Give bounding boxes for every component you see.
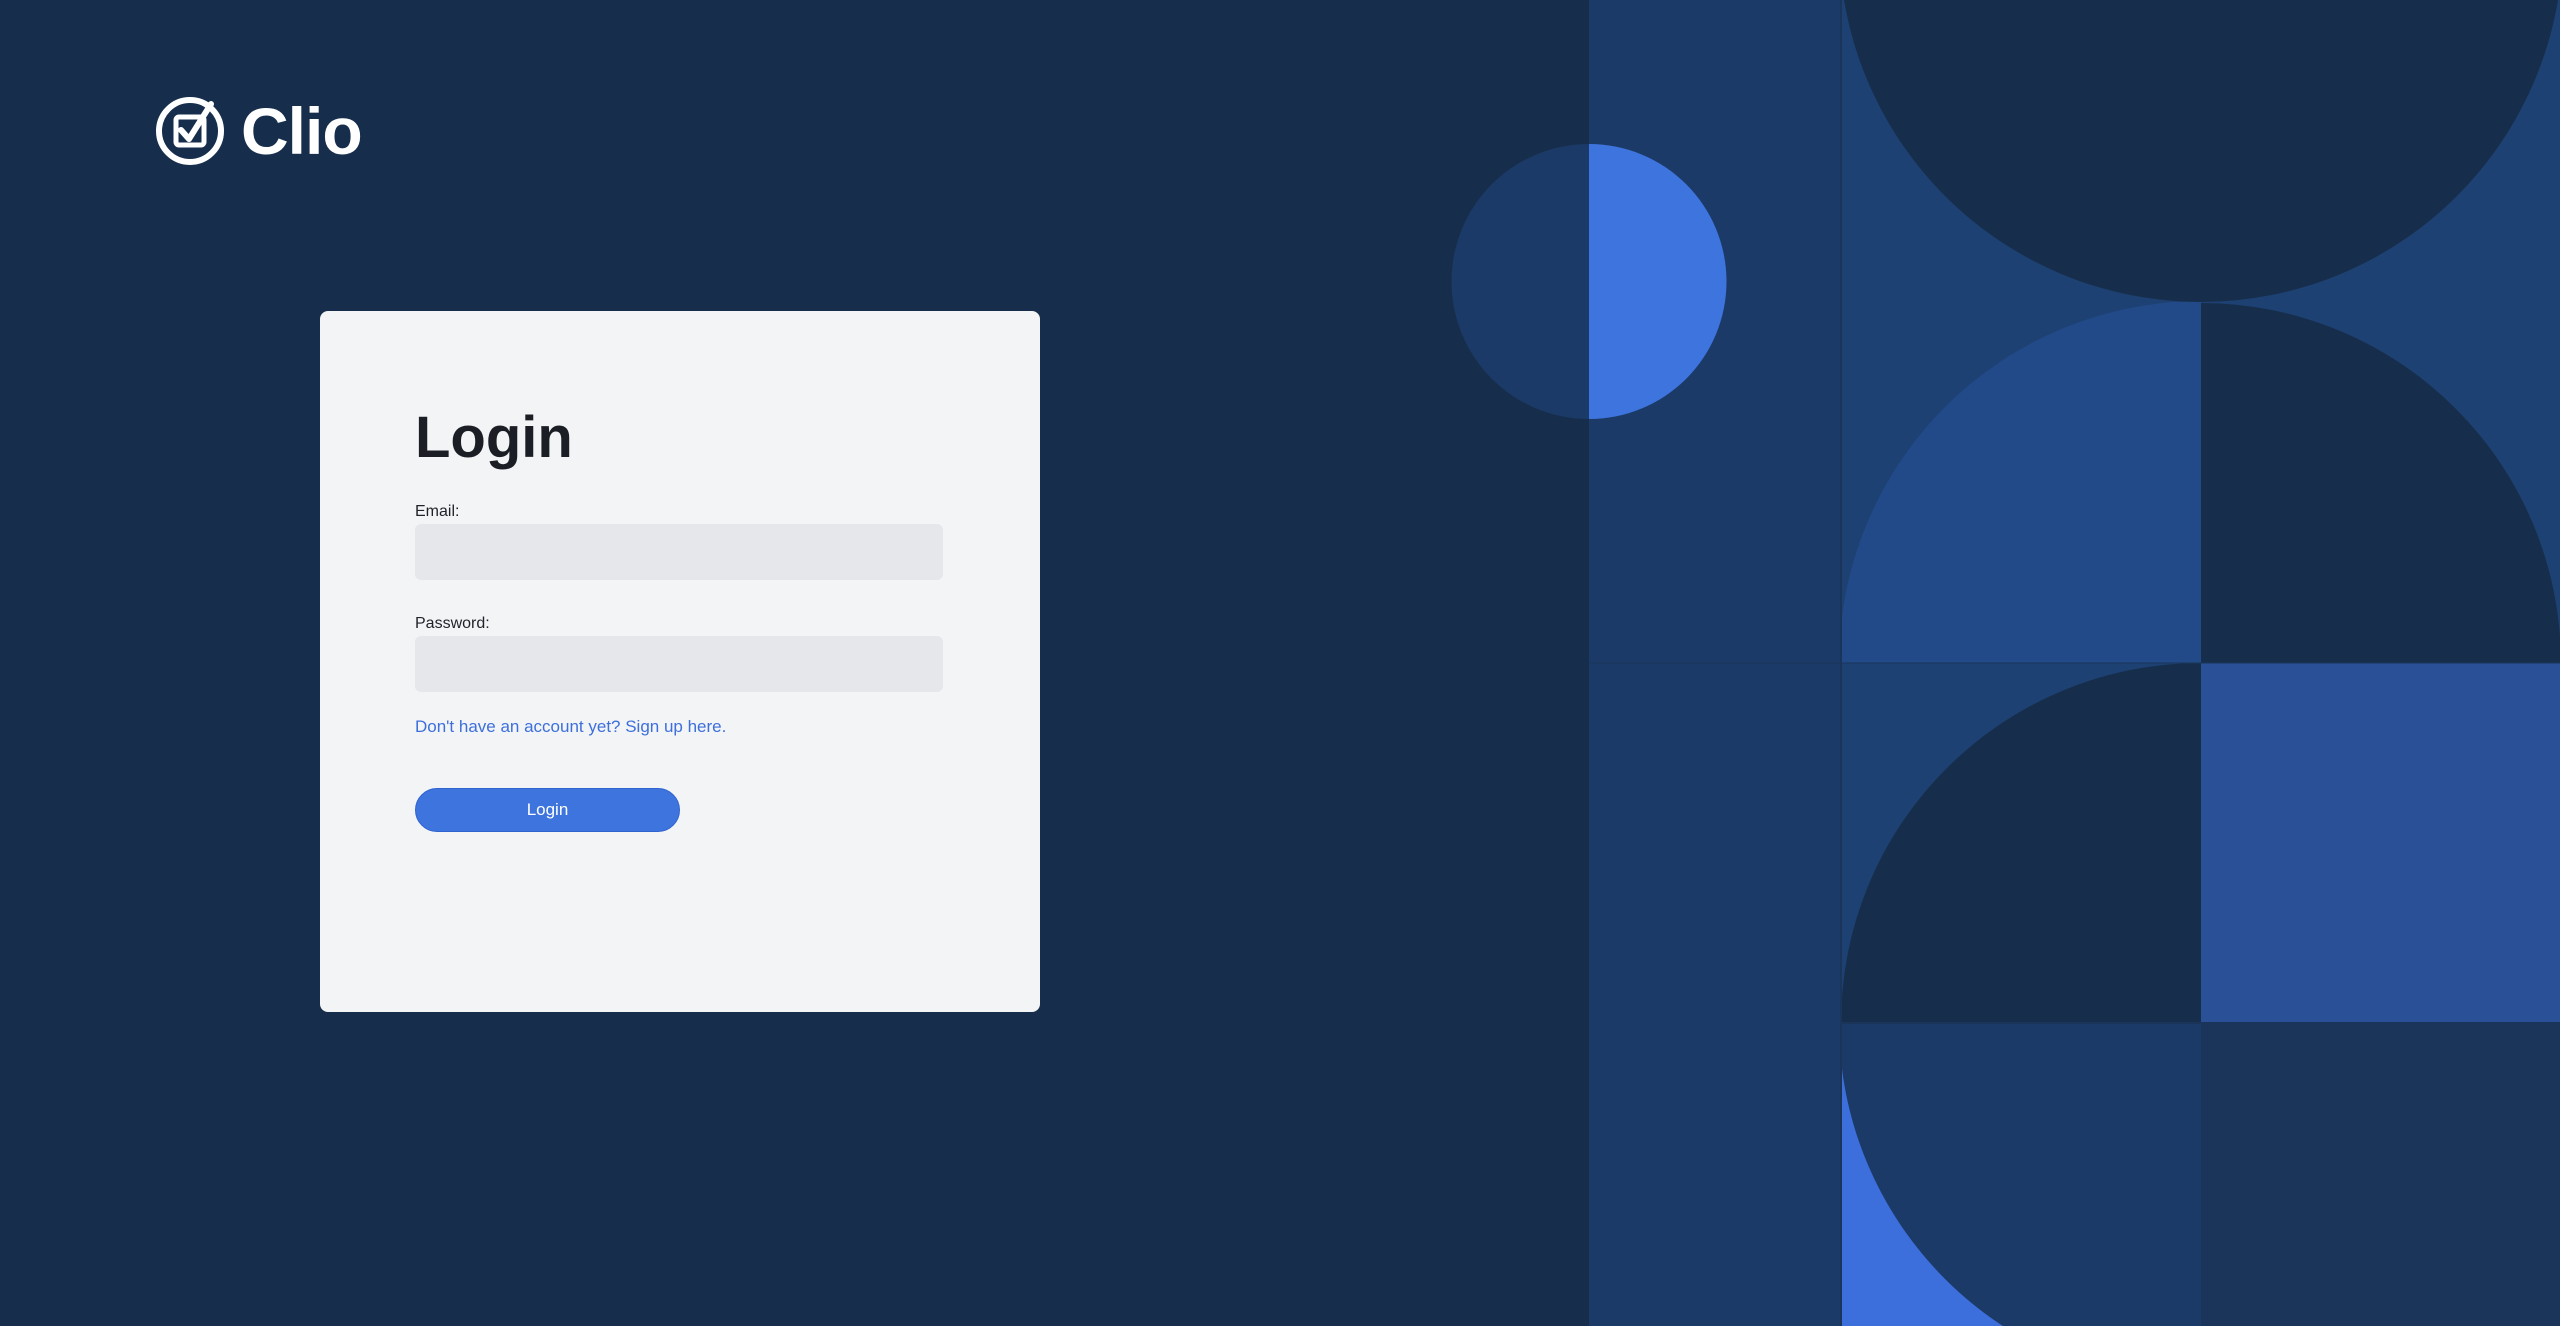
page-title: Login [415,405,573,470]
password-field[interactable] [415,636,943,692]
password-label: Password: [415,615,490,632]
login-page: Clio Login Email: Password: Don't have a… [0,0,2560,1326]
brand-logo: Clio [155,94,363,168]
email-label: Email: [415,503,460,520]
login-button[interactable]: Login [415,788,680,832]
signup-link[interactable]: Don't have an account yet? Sign up here. [415,716,726,738]
login-card: Login Email: Password: Don't have an acc… [320,311,1040,1012]
brand-name: Clio [241,94,363,168]
checkbox-check-icon [156,97,224,165]
email-field[interactable] [415,524,943,580]
